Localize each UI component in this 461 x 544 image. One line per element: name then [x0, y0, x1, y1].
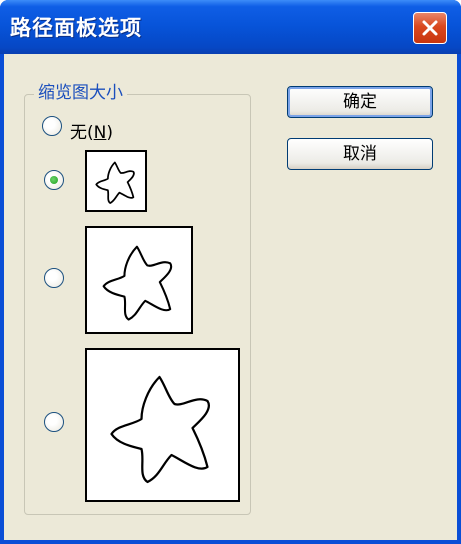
radio-none-mnemonic: N	[93, 123, 107, 143]
thumbnail-small-preview[interactable]	[85, 150, 147, 212]
starfish-shape-icon	[102, 245, 173, 321]
thumbnail-medium-preview[interactable]	[85, 226, 193, 334]
radio-none-label-prefix: 无(	[70, 123, 94, 143]
starfish-shape-icon	[95, 161, 135, 204]
close-icon	[422, 20, 438, 36]
radio-medium[interactable]	[44, 268, 64, 288]
radio-large[interactable]	[44, 412, 64, 432]
dialog-window: 路径面板选项 缩览图大小 无(N) 确定 取消	[0, 0, 461, 544]
thumbnail-size-group-label: 缩览图大小	[34, 78, 127, 103]
radio-none[interactable]	[42, 116, 62, 136]
starfish-shape-icon	[110, 375, 210, 484]
radio-none-label[interactable]: 无(N)	[70, 118, 113, 143]
cancel-button[interactable]: 取消	[287, 138, 433, 170]
radio-small[interactable]	[44, 170, 64, 190]
thumbnail-large-preview[interactable]	[85, 348, 240, 502]
dialog-body: 缩览图大小 无(N) 确定 取消	[4, 54, 457, 540]
close-button[interactable]	[413, 12, 447, 44]
window-title: 路径面板选项	[10, 16, 142, 40]
title-bar[interactable]: 路径面板选项	[0, 0, 461, 54]
radio-selected-dot	[50, 176, 58, 184]
radio-none-label-suffix: )	[106, 123, 113, 143]
ok-button[interactable]: 确定	[287, 86, 433, 118]
